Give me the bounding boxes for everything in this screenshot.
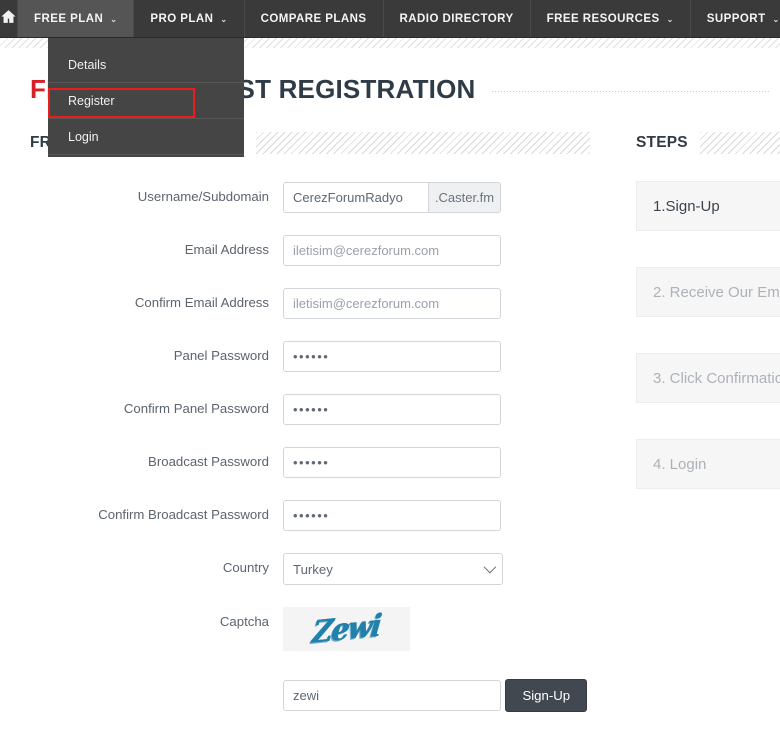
step-label-2: 2. Receive Our Email xyxy=(653,283,780,301)
form-row-confirm-email: Confirm Email Address xyxy=(30,288,590,319)
form-row-country: Country Turkey xyxy=(30,553,590,585)
steps-list: 1.Sign-Up 2. Receive Our Email 3. Click … xyxy=(636,181,780,489)
form-row-captcha: Captcha Zewi Sign-Up xyxy=(30,607,590,712)
section-hatch-decoration xyxy=(699,132,780,154)
country-select-wrapper: Turkey xyxy=(283,553,503,585)
captcha-input[interactable] xyxy=(283,680,501,711)
form-row-broadcast-password: Broadcast Password xyxy=(30,447,590,478)
step-label-4: 4. Login xyxy=(653,455,707,473)
form-row-panel-password: Panel Password xyxy=(30,341,590,372)
dropdown-label-details: Details xyxy=(68,57,107,72)
label-broadcast-password: Broadcast Password xyxy=(148,454,269,469)
username-input-group: .Caster.fm xyxy=(283,182,501,213)
form-row-confirm-broadcast-password: Confirm Broadcast Password xyxy=(30,500,590,531)
nav-item-free-plan[interactable]: FREE PLAN ⌄ xyxy=(18,0,135,37)
step-item-1: 1.Sign-Up xyxy=(636,181,780,231)
label-panel-password: Panel Password xyxy=(173,348,269,363)
nav-item-free-resources[interactable]: FREE RESOURCES ⌄ xyxy=(530,0,691,37)
nav-label-free-resources: FREE RESOURCES xyxy=(546,12,660,25)
broadcast-password-input[interactable] xyxy=(283,447,501,478)
form-row-confirm-panel-password: Confirm Panel Password xyxy=(30,394,590,425)
panel-password-input[interactable] xyxy=(283,341,501,372)
username-domain-addon: .Caster.fm xyxy=(428,182,501,213)
dropdown-label-login: Login xyxy=(68,129,99,144)
dropdown-item-details[interactable]: Details xyxy=(48,47,244,83)
nav-label-pro-plan: PRO PLAN xyxy=(150,12,214,25)
username-input[interactable] xyxy=(283,182,428,213)
label-confirm-panel-password: Confirm Panel Password xyxy=(123,401,269,416)
steps-section-title: STEPS xyxy=(636,134,688,151)
label-email: Email Address xyxy=(184,242,269,257)
main-navigation: FREE PLAN ⌄ PRO PLAN ⌄ COMPARE PLANS RAD… xyxy=(0,0,780,38)
step-label-1: 1.Sign-Up xyxy=(653,197,720,215)
dropdown-item-register[interactable]: Register xyxy=(48,83,244,119)
steps-section-header: STEPS xyxy=(636,128,780,158)
captcha-image: Zewi xyxy=(283,607,410,651)
step-item-4: 4. Login xyxy=(636,439,780,489)
step-label-3: 3. Click Confirmation Link xyxy=(653,369,780,387)
country-select[interactable]: Turkey xyxy=(283,553,503,585)
chevron-down-icon: ⌄ xyxy=(220,15,228,24)
nav-label-free-plan: FREE PLAN xyxy=(34,12,104,25)
chevron-down-icon: ⌄ xyxy=(666,15,674,24)
registration-form-column: FREE SHOUTCAST SERVER Username/Subdomain… xyxy=(30,128,590,734)
sign-up-button[interactable]: Sign-Up xyxy=(505,679,588,712)
confirm-broadcast-password-input[interactable] xyxy=(283,500,501,531)
captcha-image-text: Zewi xyxy=(310,607,383,651)
step-item-3: 3. Click Confirmation Link xyxy=(636,353,780,403)
registration-form: Username/Subdomain .Caster.fm Email Addr… xyxy=(30,182,590,712)
steps-column: STEPS 1.Sign-Up 2. Receive Our Email 3. … xyxy=(636,128,780,525)
nav-item-pro-plan[interactable]: PRO PLAN ⌄ xyxy=(134,0,245,37)
email-input[interactable] xyxy=(283,235,501,266)
nav-item-compare-plans[interactable]: COMPARE PLANS xyxy=(244,0,384,37)
home-icon xyxy=(0,8,17,30)
free-plan-dropdown-menu: Details Register Login xyxy=(48,38,244,157)
dropdown-label-register: Register xyxy=(68,93,115,108)
label-confirm-broadcast-password: Confirm Broadcast Password xyxy=(98,507,269,522)
confirm-email-input[interactable] xyxy=(283,288,501,319)
page-root: FREE PLAN ⌄ PRO PLAN ⌄ COMPARE PLANS RAD… xyxy=(0,0,780,742)
title-divider-dots xyxy=(491,90,770,92)
form-row-username: Username/Subdomain .Caster.fm xyxy=(30,182,590,213)
nav-home-button[interactable] xyxy=(0,0,18,37)
label-country: Country xyxy=(222,560,269,575)
label-username: Username/Subdomain xyxy=(137,189,269,204)
dropdown-item-login[interactable]: Login xyxy=(48,119,244,155)
nav-label-radio-directory: RADIO DIRECTORY xyxy=(399,12,514,25)
step-item-2: 2. Receive Our Email xyxy=(636,267,780,317)
chevron-down-icon: ⌄ xyxy=(772,15,780,24)
confirm-panel-password-input[interactable] xyxy=(283,394,501,425)
label-confirm-email: Confirm Email Address xyxy=(134,295,269,310)
form-row-email: Email Address xyxy=(30,235,590,266)
nav-item-support[interactable]: SUPPORT ⌄ xyxy=(690,0,780,37)
nav-label-support: SUPPORT xyxy=(706,12,766,25)
label-captcha: Captcha xyxy=(219,614,269,629)
nav-item-radio-directory[interactable]: RADIO DIRECTORY xyxy=(383,0,531,37)
nav-label-compare-plans: COMPARE PLANS xyxy=(260,12,367,25)
chevron-down-icon: ⌄ xyxy=(110,15,118,24)
section-hatch-decoration xyxy=(256,132,590,154)
